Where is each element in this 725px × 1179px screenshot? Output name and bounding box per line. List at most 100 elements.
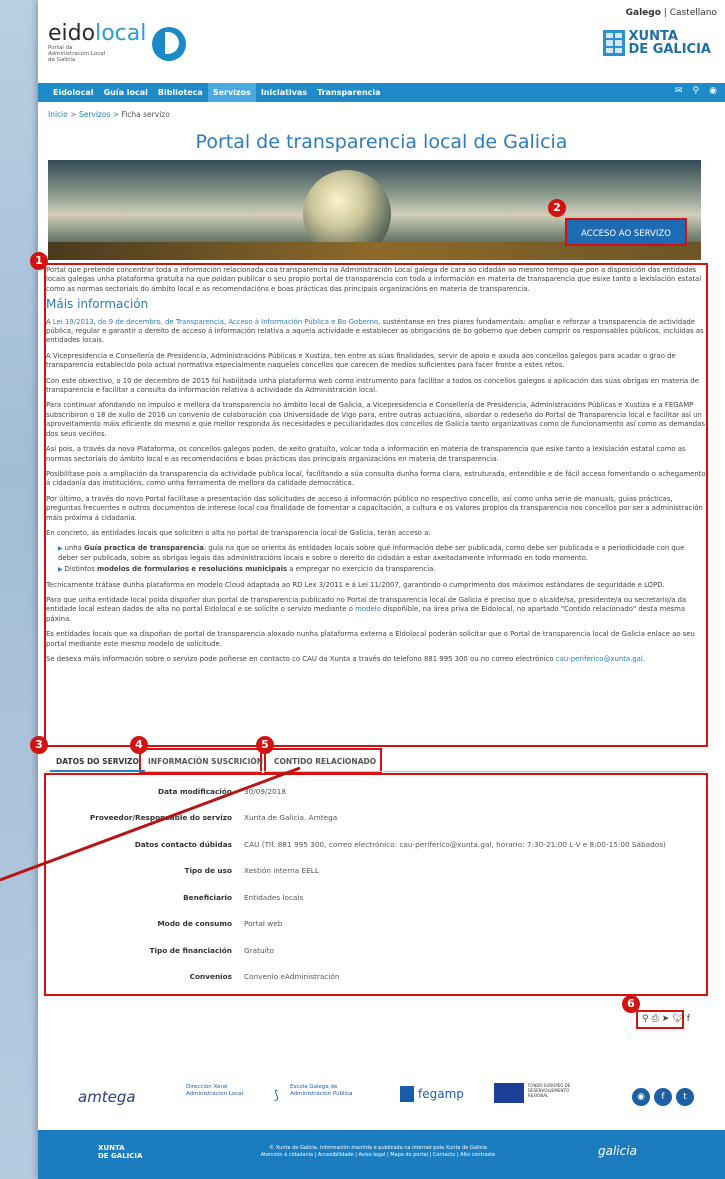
xunta-emblem-icon — [602, 30, 625, 56]
text: unha — [64, 544, 85, 553]
nav-biblioteca[interactable]: Biblioteca — [153, 83, 208, 102]
breadcrumb-current: Ficha servizo — [121, 110, 170, 119]
logo-name-b: local — [95, 21, 147, 46]
detail-value: Gratuíto — [244, 945, 274, 955]
facebook-icon[interactable]: f — [687, 1014, 690, 1024]
intro-paragraph: Portal que pretende concentrar toda a in… — [46, 266, 702, 293]
search-icon[interactable]: ⚲ — [693, 86, 700, 96]
text: Distintos — [64, 565, 98, 574]
dx-administracion-local-logo[interactable]: Dirección Xeral Administración Local — [186, 1084, 246, 1097]
rss-icon[interactable]: ◉ — [632, 1088, 650, 1106]
mais-informacion-heading: Máis información — [46, 297, 149, 312]
detail-row: Datos contacto dúbidas CAU (Tlf. 881 995 … — [84, 831, 712, 858]
text: A — [46, 317, 53, 326]
modelo-link[interactable]: modelo — [355, 605, 381, 613]
detail-row: Modo de consumo Portal web — [84, 911, 712, 938]
paragraph: Con este obxectivo, o 10 de decembro de … — [46, 376, 700, 395]
eu-flag-icon — [494, 1083, 524, 1103]
nav-transparencia[interactable]: Transparencia — [312, 83, 385, 102]
access-list: unha Guía practica de transparencia: guí… — [58, 544, 706, 574]
lang-galego[interactable]: Galego — [626, 8, 661, 18]
tab-contido-relacionado[interactable]: CONTIDO RELACIONADO — [268, 752, 382, 772]
footer-links[interactable]: Atención á cidadanía | Accesibilidade | … — [218, 1152, 538, 1159]
fegamp-logo[interactable]: fegamp — [418, 1087, 464, 1101]
annotation-badge-3: 3 — [30, 736, 48, 754]
page: Galego | Castellano eidolocal Portal da … — [30, 0, 725, 1179]
service-description: Portal que pretende concentrar toda a in… — [46, 266, 706, 670]
lang-castellano[interactable]: Castellano — [670, 8, 717, 18]
footer-xunta-line-2: DE GALICIA — [98, 1152, 143, 1160]
footer-text: © Xunta de Galicia. Información mantida … — [218, 1145, 538, 1159]
paragraph: Tecnicamente trátase dunha plataforma en… — [46, 580, 665, 589]
law-link[interactable]: Lei 19/2013, do 9 de decembro, de Transp… — [53, 318, 378, 326]
lang-separator: | — [663, 8, 667, 18]
email-link[interactable]: cau-periferico@xunta.gal — [556, 655, 643, 663]
text: . — [642, 655, 646, 663]
annotation-badge-4: 4 — [130, 736, 148, 754]
eidolocal-logo-icon — [152, 26, 187, 61]
detail-row: Convenios Convenio eAdministración — [84, 964, 712, 991]
paragraph: Así pois, a través da nova Plataforma, o… — [46, 445, 686, 463]
partner-logos: amtega Dirección Xeral Administración Lo… — [38, 1080, 725, 1120]
galicia-logo[interactable]: galicia — [598, 1144, 637, 1158]
detail-value: Xunta de Galicia. Amtega — [244, 813, 338, 823]
paragraph: Posibilítase pois a ampliación da transp… — [46, 469, 706, 488]
paragraph: Es entidades locais que xa dispoñan de p… — [46, 630, 695, 648]
breadcrumb-sep: > — [70, 110, 77, 119]
paragraph-modelo: Para que unha entidade local poida dispo… — [46, 596, 706, 624]
twitter-circle-icon[interactable]: t — [676, 1088, 694, 1106]
logo-subtitle: Portal da Administración Local de Galici… — [48, 45, 106, 63]
detail-label: Tipo de financiación — [149, 945, 232, 955]
twitter-icon[interactable]: 🐦︎ — [672, 1014, 683, 1024]
detail-row: Tipo de financiación Gratuíto — [84, 937, 712, 964]
nav-servizos[interactable]: Servizos — [207, 83, 256, 102]
detail-value: CAU (Tlf. 881 995 300, correo electrónic… — [244, 839, 666, 849]
detail-value: Xestión interna EELL — [244, 866, 319, 876]
annotation-badge-2: 2 — [548, 199, 566, 217]
paragraph: Para continuar afondando no impulso e me… — [46, 401, 705, 438]
detail-row: Beneficiario Entidades locais — [84, 884, 712, 911]
footer-xunta-logo[interactable]: XUNTA DE GALICIA — [98, 1144, 142, 1160]
fegamp-logo-icon — [400, 1086, 414, 1102]
logo-name-a: eido — [48, 21, 96, 46]
detail-label: Beneficiario — [183, 892, 232, 902]
footer: XUNTA DE GALICIA © Xunta de Galicia. Inf… — [38, 1130, 725, 1179]
nav-guia-local[interactable]: Guía local — [99, 83, 153, 102]
eidolocal-logo[interactable]: eidolocal Portal da Administración Local… — [48, 21, 187, 63]
egap-logo[interactable]: Escola Galega de Administración Pública — [290, 1084, 356, 1097]
detail-value: Convenio eAdministración — [244, 972, 340, 982]
detail-value: 30/09/2018 — [244, 786, 287, 796]
detail-row: Proveedor/Responsable do servizo Xunta de… — [84, 805, 712, 832]
print-icon[interactable]: ⎙ — [652, 1014, 659, 1024]
feder-logo[interactable]: FONDO EUROPEO DE DESENVOLVEMENTO REXIONA… — [528, 1083, 588, 1098]
tab-informacion-suscricion[interactable]: INFORMACIÓN SUSCRICIÓN — [142, 752, 269, 772]
detail-label: Data modificación — [158, 786, 232, 796]
user-icon[interactable]: ◉ — [709, 86, 717, 96]
service-details: Data modificación 30/09/2018 Proveedor/Re… — [84, 778, 712, 990]
xunta-logo[interactable]: XUNTA DE GALICIA — [602, 30, 711, 56]
paragraph: En concreto, as entidades locais que sol… — [46, 528, 431, 537]
share-toolbar: ⚲ ⎙ ➤ 🐦︎ f — [642, 1014, 690, 1024]
tab-datos-servizo[interactable]: DATOS DO SERVIZO — [50, 752, 145, 772]
nav-iniciativas[interactable]: Iniciativas — [256, 83, 312, 102]
language-switcher: Galego | Castellano — [626, 8, 717, 18]
pin-icon[interactable]: ⚲ — [642, 1014, 649, 1024]
paragraph: A Vicepresidencia e Consellería de Presi… — [46, 351, 676, 370]
acceso-servizo-button[interactable]: ACCESO AO SERVIZO — [565, 218, 687, 246]
detail-row: Data modificación 30/09/2018 — [84, 778, 712, 805]
mail-icon[interactable]: ✉ — [675, 86, 683, 96]
breadcrumb-servizos[interactable]: Servizos — [79, 110, 110, 119]
egap-logo-icon: ⟆ — [274, 1088, 279, 1102]
amtega-logo[interactable]: amtega — [78, 1088, 136, 1106]
send-icon[interactable]: ➤ — [662, 1014, 670, 1024]
detail-label: Modo de consumo — [157, 919, 232, 929]
list-item: unha Guía practica de transparencia: guí… — [58, 544, 706, 563]
detail-label: Tipo de uso — [184, 866, 232, 876]
annotation-badge-5: 5 — [256, 736, 274, 754]
breadcrumb-home[interactable]: Inicio — [48, 110, 68, 119]
breadcrumb: Inicio > Servizos > Ficha servizo — [48, 110, 170, 119]
detail-row: Tipo de uso Xestión interna EELL — [84, 858, 712, 885]
nav-eidolocal[interactable]: Eidolocal — [48, 83, 99, 102]
facebook-circle-icon[interactable]: f — [654, 1088, 672, 1106]
footer-copyright: © Xunta de Galicia. Información mantida … — [269, 1145, 487, 1151]
